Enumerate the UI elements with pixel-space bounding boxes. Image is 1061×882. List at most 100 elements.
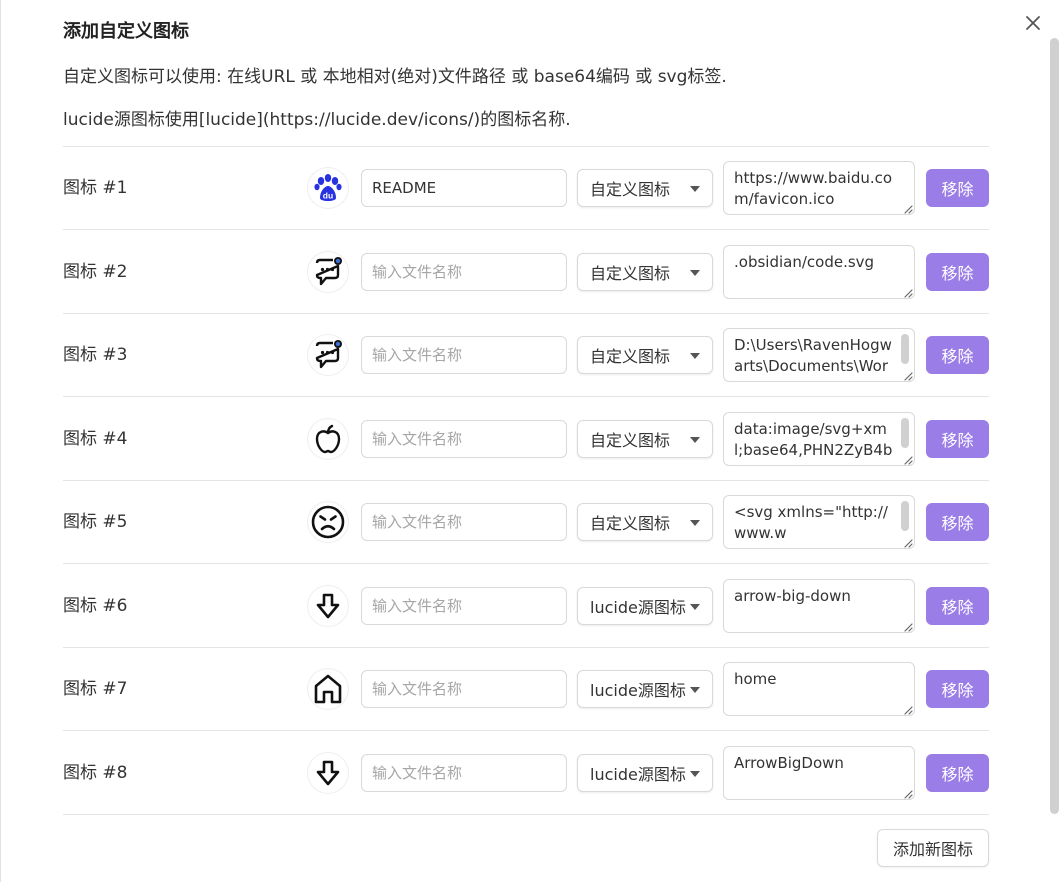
- icon-source-textarea[interactable]: [723, 745, 915, 800]
- svg-text:du: du: [323, 191, 333, 201]
- remove-button[interactable]: 移除: [926, 670, 989, 708]
- message-dots-icon: [311, 255, 345, 289]
- resize-handle-icon[interactable]: [903, 622, 913, 632]
- icon-type-value: 自定义图标: [590, 263, 671, 283]
- icon-type-select[interactable]: 自定义图标: [577, 503, 713, 541]
- icon-type-value: 自定义图标: [590, 347, 671, 366]
- icon-source-textarea[interactable]: [723, 328, 915, 382]
- icon-row-label: 图标 #2: [63, 261, 128, 282]
- icon-row: 图标 #5 自定义图标 移除: [63, 481, 989, 564]
- icon-row-label: 图标 #3: [63, 345, 128, 365]
- icon-source-textarea[interactable]: [723, 662, 915, 716]
- icon-preview: [308, 585, 348, 626]
- icon-row-label: 图标 #1: [63, 178, 128, 198]
- file-name-input[interactable]: [361, 252, 567, 291]
- icon-preview: [308, 752, 348, 793]
- textarea-scrollbar[interactable]: [901, 334, 909, 364]
- icon-row: 图标 #6 lucide源图标 移除: [63, 565, 989, 648]
- icon-type-value: 自定义图标: [590, 514, 671, 533]
- icon-source-textarea[interactable]: [723, 578, 915, 633]
- dialog-scrollbar[interactable]: [1050, 38, 1059, 814]
- chevron-down-icon: [690, 436, 700, 443]
- file-name-input[interactable]: [361, 753, 567, 792]
- file-name-input[interactable]: [361, 336, 567, 374]
- file-name-input[interactable]: [361, 503, 567, 541]
- add-custom-icon-dialog: 添加自定义图标 自定义图标可以使用: 在线URL 或 本地相对(绝对)文件路径 …: [0, 0, 1061, 882]
- icon-row: 图标 #8 lucide源图标 移除: [63, 732, 989, 815]
- icon-type-select[interactable]: lucide源图标: [577, 586, 713, 625]
- remove-button[interactable]: 移除: [926, 336, 989, 374]
- icon-type-select[interactable]: 自定义图标: [577, 252, 713, 291]
- remove-button[interactable]: 移除: [926, 503, 989, 541]
- angry-face-icon: [310, 504, 346, 540]
- icon-preview: du: [308, 168, 348, 208]
- icon-preview: [308, 335, 348, 375]
- chevron-down-icon: [690, 770, 700, 777]
- remove-button[interactable]: 移除: [926, 753, 989, 792]
- arrow-big-down-icon: [312, 757, 344, 789]
- dialog-title: 添加自定义图标: [63, 21, 189, 42]
- chevron-down-icon: [690, 520, 700, 526]
- icon-preview: [308, 502, 348, 542]
- dialog-description-custom: 自定义图标可以使用: 在线URL 或 本地相对(绝对)文件路径 或 base64…: [63, 67, 727, 87]
- file-name-input[interactable]: [361, 670, 567, 708]
- resize-handle-icon[interactable]: [903, 705, 913, 715]
- baidu-paw-icon: du: [311, 171, 345, 205]
- icon-row-label: 图标 #4: [63, 428, 128, 449]
- icon-row: 图标 #1 du 自定义图标 移除: [63, 147, 989, 230]
- textarea-scrollbar[interactable]: [901, 501, 909, 531]
- icon-type-select[interactable]: lucide源图标: [577, 670, 713, 708]
- close-button[interactable]: [1021, 11, 1045, 35]
- resize-handle-icon[interactable]: [903, 538, 913, 548]
- icon-type-value: 自定义图标: [590, 180, 671, 199]
- icon-type-value: lucide源图标: [590, 681, 686, 700]
- home-icon: [311, 672, 345, 706]
- icon-preview: [308, 418, 348, 459]
- icon-source-textarea[interactable]: [723, 161, 915, 215]
- resize-handle-icon[interactable]: [903, 204, 913, 214]
- icon-type-select[interactable]: lucide源图标: [577, 753, 713, 792]
- icon-row: 图标 #4 自定义图标 移除: [63, 398, 989, 481]
- message-dots-icon: [311, 338, 345, 372]
- chevron-down-icon: [690, 186, 700, 192]
- icon-type-select[interactable]: 自定义图标: [577, 336, 713, 374]
- icon-row: 图标 #3 自定义图标 移除: [63, 314, 989, 397]
- remove-button[interactable]: 移除: [926, 252, 989, 291]
- file-name-input[interactable]: [361, 419, 567, 458]
- file-name-input[interactable]: [361, 169, 567, 207]
- icon-source-textarea[interactable]: [723, 411, 915, 466]
- icon-row-label: 图标 #8: [63, 762, 128, 783]
- chevron-down-icon: [690, 603, 700, 610]
- icon-row-label: 图标 #6: [63, 595, 128, 616]
- icon-type-value: 自定义图标: [590, 430, 671, 450]
- icon-type-select[interactable]: 自定义图标: [577, 169, 713, 207]
- icon-type-select[interactable]: 自定义图标: [577, 419, 713, 458]
- close-icon: [1026, 16, 1040, 30]
- dialog-description-lucide: lucide源图标使用[lucide](https://lucide.dev/i…: [63, 110, 571, 130]
- chevron-down-icon: [690, 687, 700, 693]
- remove-button[interactable]: 移除: [926, 586, 989, 625]
- resize-handle-icon[interactable]: [903, 789, 913, 799]
- resize-handle-icon[interactable]: [903, 288, 913, 298]
- icon-row-label: 图标 #7: [63, 679, 128, 699]
- icon-row: 图标 #2 自定义图标 移除: [63, 231, 989, 314]
- icon-row-label: 图标 #5: [63, 512, 128, 532]
- apple-icon: [311, 422, 345, 456]
- remove-button[interactable]: 移除: [926, 419, 989, 458]
- icon-source-textarea[interactable]: [723, 495, 915, 549]
- arrow-big-down-icon: [312, 590, 344, 622]
- file-name-input[interactable]: [361, 586, 567, 625]
- icon-type-value: lucide源图标: [590, 764, 686, 784]
- chevron-down-icon: [690, 353, 700, 359]
- remove-button[interactable]: 移除: [926, 169, 989, 207]
- icon-source-textarea[interactable]: [723, 244, 915, 299]
- icon-type-value: lucide源图标: [590, 597, 686, 617]
- resize-handle-icon[interactable]: [903, 455, 913, 465]
- icon-preview: [308, 669, 348, 709]
- icon-row: 图标 #7 lucide源图标 移除: [63, 648, 989, 731]
- textarea-scrollbar[interactable]: [901, 417, 909, 448]
- resize-handle-icon[interactable]: [903, 371, 913, 381]
- add-new-icon-button[interactable]: 添加新图标: [877, 829, 989, 867]
- icon-preview: [308, 251, 348, 292]
- chevron-down-icon: [690, 269, 700, 276]
